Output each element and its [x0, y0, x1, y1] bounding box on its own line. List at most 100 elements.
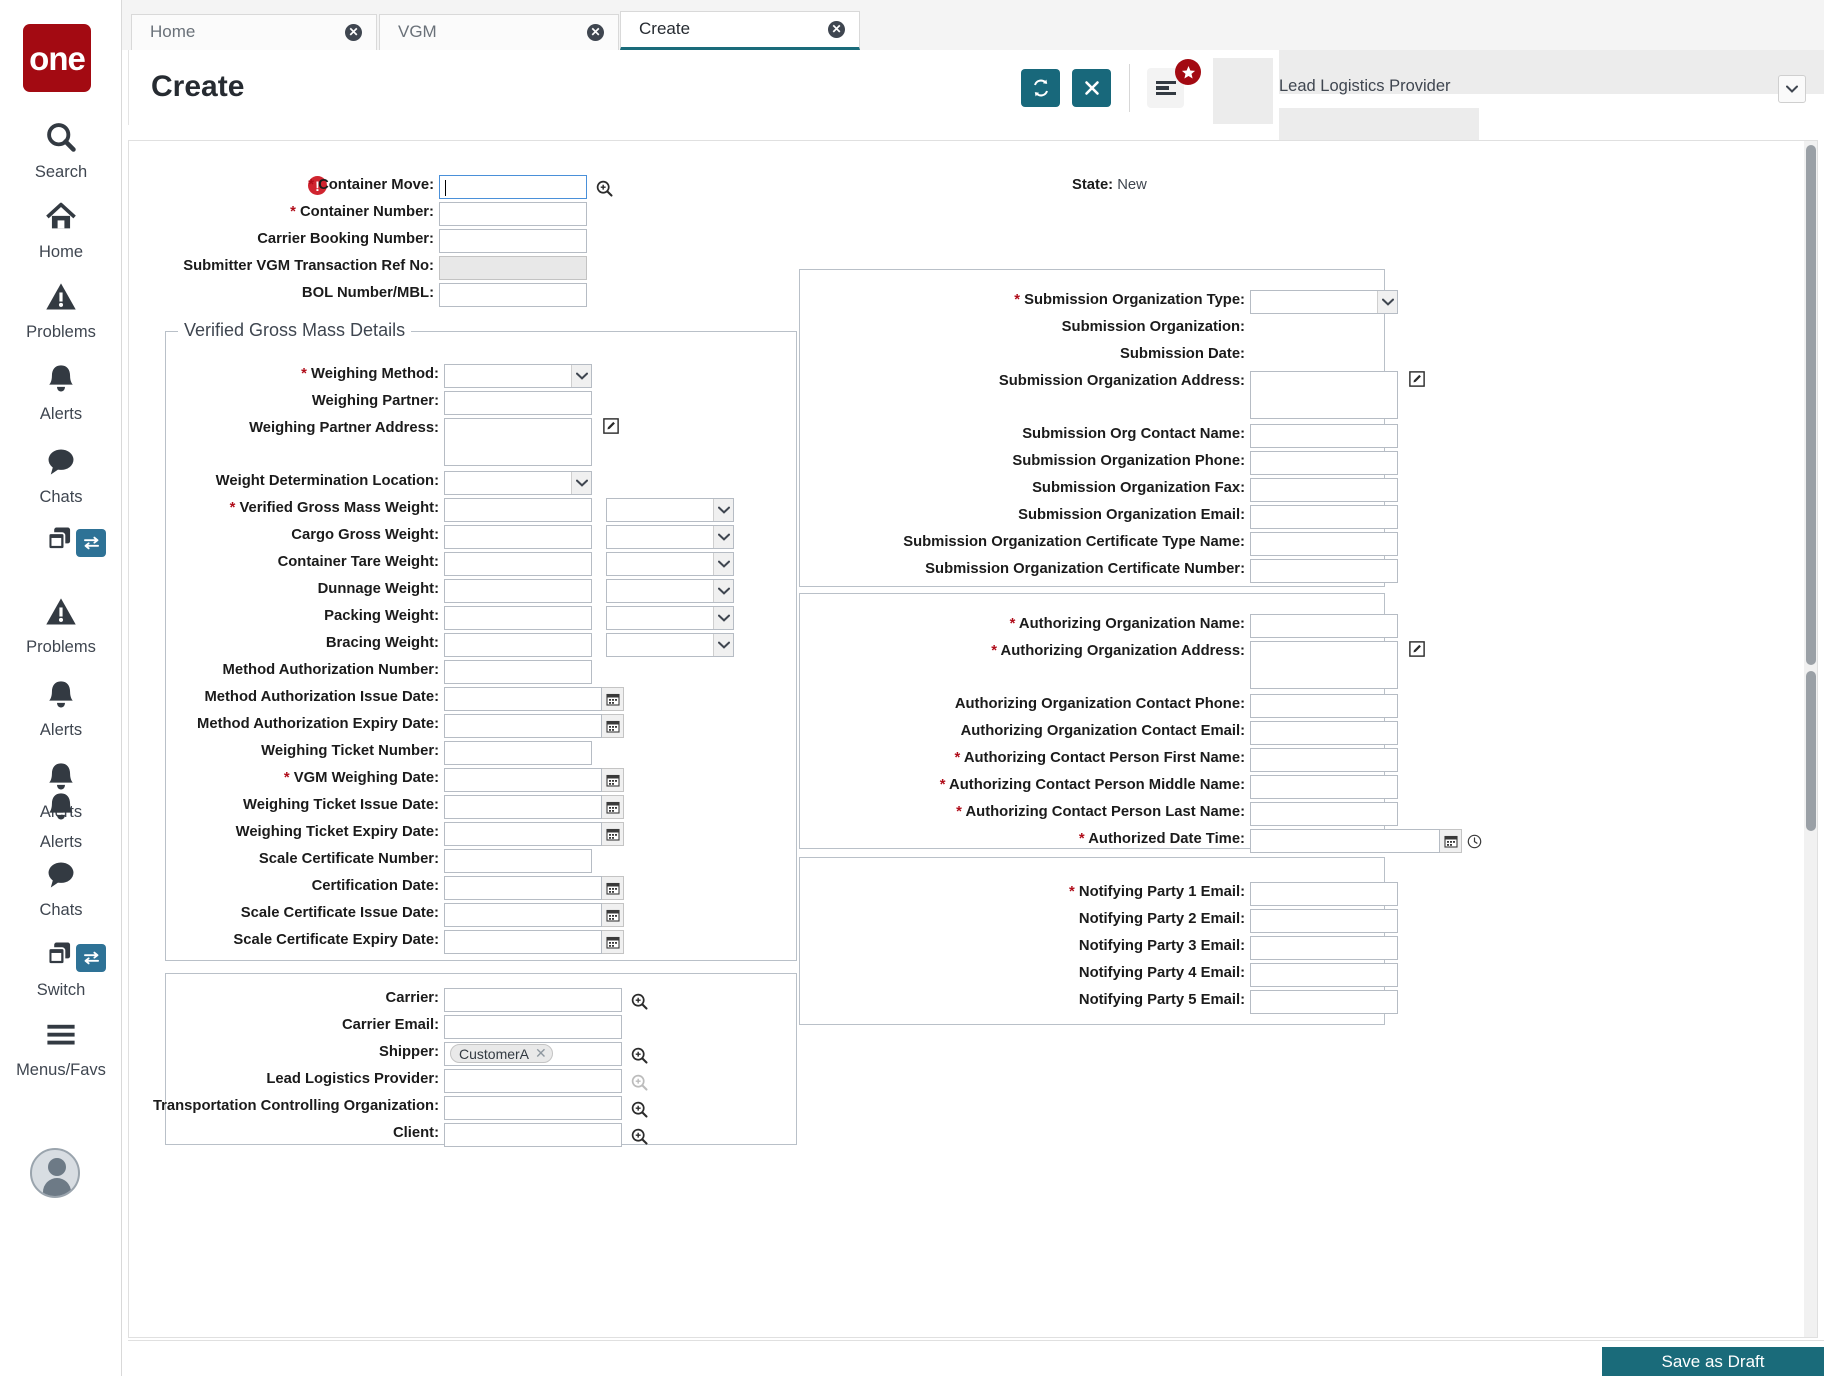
dropdown-arrow[interactable] — [571, 365, 591, 387]
uom-select[interactable] — [606, 606, 734, 630]
text-input[interactable] — [1250, 532, 1398, 556]
dropdown-select[interactable] — [444, 364, 592, 388]
sidebar-item-alerts[interactable]: Alerts — [0, 678, 122, 741]
date-input[interactable] — [444, 822, 602, 846]
text-input[interactable] — [1250, 478, 1398, 502]
sidebar-item-search[interactable]: Search — [0, 120, 122, 183]
uom-select[interactable] — [606, 633, 734, 657]
date-input[interactable] — [444, 768, 602, 792]
app-logo[interactable]: one — [23, 24, 91, 92]
weight-input[interactable] — [444, 633, 592, 657]
edit-address-button[interactable] — [1406, 367, 1428, 391]
weight-input[interactable] — [444, 552, 592, 576]
sidebar-item-problems[interactable]: Problems — [0, 280, 122, 343]
scrollbar-thumb-upper[interactable] — [1806, 145, 1816, 665]
sidebar-item-switch[interactable] — [0, 523, 122, 565]
user-avatar[interactable] — [30, 1148, 80, 1198]
tab-home[interactable]: Home✕ — [131, 14, 377, 50]
text-input[interactable] — [1250, 802, 1398, 826]
scrollbar-thumb-lower[interactable] — [1806, 671, 1816, 831]
tab-close-icon[interactable]: ✕ — [828, 21, 845, 38]
text-input[interactable] — [1250, 559, 1398, 583]
text-input[interactable] — [444, 1123, 622, 1147]
date-input[interactable] — [444, 795, 602, 819]
close-button[interactable] — [1072, 69, 1111, 107]
sidebar-item-chats[interactable]: Chats — [0, 858, 122, 921]
text-input[interactable] — [1250, 748, 1398, 772]
text-input[interactable] — [1250, 694, 1398, 718]
text-input[interactable] — [1250, 614, 1398, 638]
text-input[interactable] — [1250, 505, 1398, 529]
sidebar-item-alerts[interactable]: Alerts — [0, 362, 122, 425]
dropdown-arrow[interactable] — [1377, 291, 1397, 313]
date-input[interactable] — [444, 714, 602, 738]
address-textarea[interactable] — [1250, 641, 1398, 689]
tab-create[interactable]: Create✕ — [620, 11, 860, 50]
calendar-button[interactable] — [602, 822, 624, 846]
text-input[interactable] — [1250, 990, 1398, 1014]
address-textarea[interactable] — [444, 418, 592, 466]
sidebar-item-home[interactable]: Home — [0, 200, 122, 263]
lookup-button[interactable] — [628, 1124, 650, 1148]
uom-select[interactable] — [606, 525, 734, 549]
chip-remove-icon[interactable]: ✕ — [535, 1045, 547, 1062]
save-as-draft-button[interactable]: Save as Draft — [1602, 1347, 1824, 1376]
text-input[interactable] — [1250, 936, 1398, 960]
dropdown-arrow[interactable] — [571, 472, 591, 494]
weight-input[interactable] — [444, 525, 592, 549]
text-input[interactable] — [444, 741, 592, 765]
text-input[interactable] — [444, 988, 622, 1012]
sidebar-item-chats[interactable]: Chats — [0, 445, 122, 508]
uom-select[interactable] — [606, 579, 734, 603]
calendar-button[interactable] — [602, 876, 624, 900]
text-input[interactable] — [1250, 963, 1398, 987]
dropdown-arrow[interactable] — [713, 499, 733, 521]
dropdown-select[interactable] — [1250, 290, 1398, 314]
vertical-scrollbar[interactable] — [1804, 141, 1817, 1338]
weight-input[interactable] — [444, 498, 592, 522]
datetime-input[interactable] — [1250, 829, 1440, 853]
uom-select[interactable] — [606, 552, 734, 576]
text-input[interactable] — [444, 1015, 622, 1039]
calendar-button[interactable] — [602, 687, 624, 711]
lookup-button[interactable] — [628, 1043, 650, 1067]
text-input[interactable] — [439, 283, 587, 307]
tab-vgm[interactable]: VGM✕ — [379, 14, 619, 50]
uom-select[interactable] — [606, 498, 734, 522]
date-input[interactable] — [444, 687, 602, 711]
weight-input[interactable] — [444, 579, 592, 603]
text-input[interactable] — [1250, 882, 1398, 906]
calendar-button[interactable] — [602, 903, 624, 927]
organization-selector-dropdown[interactable] — [1778, 75, 1806, 103]
time-button[interactable] — [1463, 829, 1485, 853]
lookup-button[interactable] — [628, 1097, 650, 1121]
dropdown-arrow[interactable] — [713, 634, 733, 656]
text-input[interactable] — [444, 391, 592, 415]
text-input[interactable] — [1250, 451, 1398, 475]
text-input[interactable] — [1250, 721, 1398, 745]
calendar-button[interactable] — [602, 768, 624, 792]
tab-close-icon[interactable]: ✕ — [345, 24, 362, 41]
lookup-button[interactable] — [593, 176, 615, 200]
dropdown-arrow[interactable] — [713, 526, 733, 548]
dropdown-arrow[interactable] — [713, 580, 733, 602]
text-input[interactable] — [444, 849, 592, 873]
edit-address-button[interactable] — [600, 414, 622, 438]
active-text-input[interactable] — [439, 175, 587, 199]
sidebar-item-switch[interactable]: Switch — [0, 938, 122, 1001]
calendar-button[interactable] — [1440, 829, 1462, 853]
edit-address-button[interactable] — [1406, 637, 1428, 661]
favorite-badge[interactable] — [1175, 59, 1201, 85]
sidebar-item-problems[interactable]: Problems — [0, 595, 122, 658]
refresh-button[interactable] — [1021, 69, 1060, 107]
text-input[interactable] — [439, 202, 587, 226]
dropdown-arrow[interactable] — [713, 607, 733, 629]
selected-chip[interactable]: CustomerA✕ — [450, 1044, 553, 1063]
dropdown-arrow[interactable] — [713, 553, 733, 575]
text-input[interactable] — [444, 660, 592, 684]
address-textarea[interactable] — [1250, 371, 1398, 419]
text-input[interactable] — [439, 229, 587, 253]
text-input[interactable] — [1250, 909, 1398, 933]
text-input[interactable] — [1250, 775, 1398, 799]
calendar-button[interactable] — [602, 714, 624, 738]
